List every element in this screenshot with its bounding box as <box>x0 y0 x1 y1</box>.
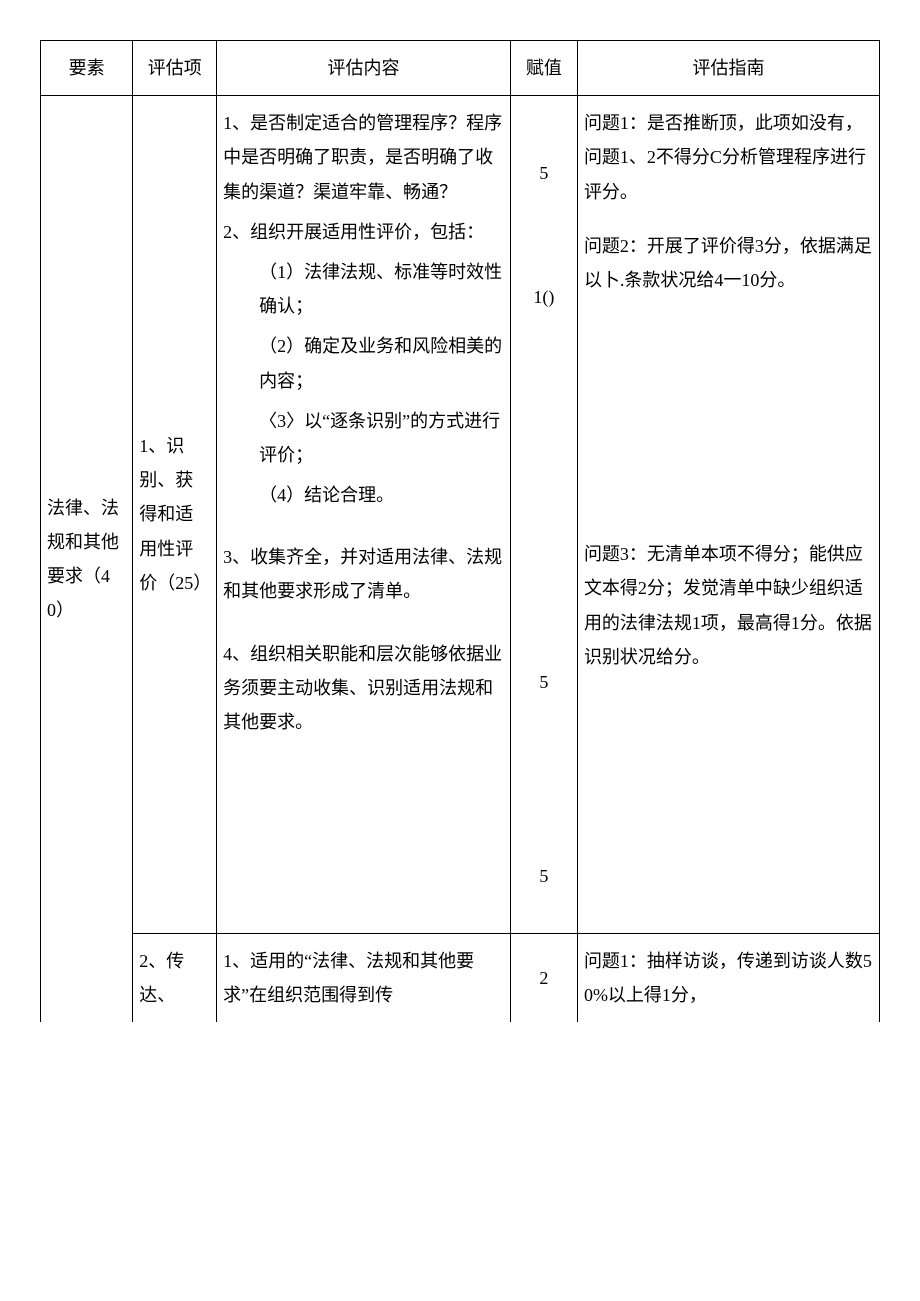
cell-content-2: 1、适用的“法律、法规和其他要求”在组织范围得到传 <box>217 933 511 1022</box>
cell-pgx-2: 2、传达、 <box>133 933 217 1022</box>
col-header-pgxiang: 评估项 <box>133 41 217 96</box>
content-1-p1: 1、是否制定适合的管理程序？程序中是否明确了职责，是否明确了收集的渠道？渠道牢靠… <box>223 106 504 209</box>
table-row: 2、传达、 1、适用的“法律、法规和其他要求”在组织范围得到传 2 问题1：抽样… <box>41 933 880 1022</box>
content-1-p2a: （1）法律法规、标准等时效性确认； <box>223 255 504 323</box>
content-1-p2d: （4）结论合理。 <box>223 478 504 512</box>
cell-yaosu: 法律、法规和其他要求（40） <box>41 96 133 1023</box>
score-1-4: 5 <box>511 699 577 933</box>
col-header-yaosu: 要素 <box>41 41 133 96</box>
cell-guide-1: 问题1：是否推断顶，此项如没有，问题1、2不得分C分析管理程序进行评分。 问题2… <box>577 96 879 934</box>
guide-2-text: 问题1：抽样访谈，传递到访谈人数50%以上得1分， <box>584 951 872 1005</box>
content-1-p2b: （2）确定及业务和风险相美的内容； <box>223 329 504 397</box>
score-2-text: 2 <box>539 968 548 988</box>
content-1-p2c: 〈3〉以“逐条识别”的方式进行评价； <box>223 404 504 472</box>
evaluation-table: 要素 评估项 评估内容 赋值 评估指南 法律、法规和其他要求（40） 1、识别、… <box>40 40 880 1022</box>
col-header-zhinan: 评估指南 <box>577 41 879 96</box>
yaosu-text: 法律、法规和其他要求（40） <box>47 498 119 621</box>
content-1-p2: 2、组织开展适用性评价，包括： <box>223 215 504 249</box>
cell-content-1: 1、是否制定适合的管理程序？程序中是否明确了职责，是否明确了收集的渠道？渠道牢靠… <box>217 96 511 934</box>
cell-scores-1: 5 1() 5 5 <box>510 96 577 934</box>
col-header-pgnr: 评估内容 <box>217 41 511 96</box>
cell-pgx-1: 1、识别、获得和适用性评价（25） <box>133 96 217 934</box>
score-1-2: 1() <box>511 190 577 314</box>
score-1-1: 5 <box>511 96 577 190</box>
content-2-text: 1、适用的“法律、法规和其他要求”在组织范围得到传 <box>223 951 474 1005</box>
score-1-3: 5 <box>511 315 577 699</box>
pgx-1-text: 1、识别、获得和适用性评价（25） <box>139 436 211 593</box>
guide-1-g1: 问题1：是否推断顶，此项如没有，问题1、2不得分C分析管理程序进行评分。 <box>584 106 873 209</box>
col-header-fuzhi: 赋值 <box>510 41 577 96</box>
content-1-p3: 3、收集齐全，并对适用法律、法规和其他要求形成了清单。 <box>223 540 504 608</box>
content-1-p4: 4、组织相关职能和层次能够依据业务须要主动收集、识别适用法规和其他要求。 <box>223 637 504 740</box>
guide-1-g3: 问题3：无清单本项不得分；能供应文本得2分；发觉清单中缺少组织适用的法律法规1项… <box>584 537 873 674</box>
guide-1-g2: 问题2：开展了评价得3分，依据满足以卜.条款状况给4一10分。 <box>584 229 873 297</box>
cell-score-2: 2 <box>510 933 577 1022</box>
table-header-row: 要素 评估项 评估内容 赋值 评估指南 <box>41 41 880 96</box>
pgx-2-text: 2、传达、 <box>139 951 184 1005</box>
cell-guide-2: 问题1：抽样访谈，传递到访谈人数50%以上得1分， <box>577 933 879 1022</box>
